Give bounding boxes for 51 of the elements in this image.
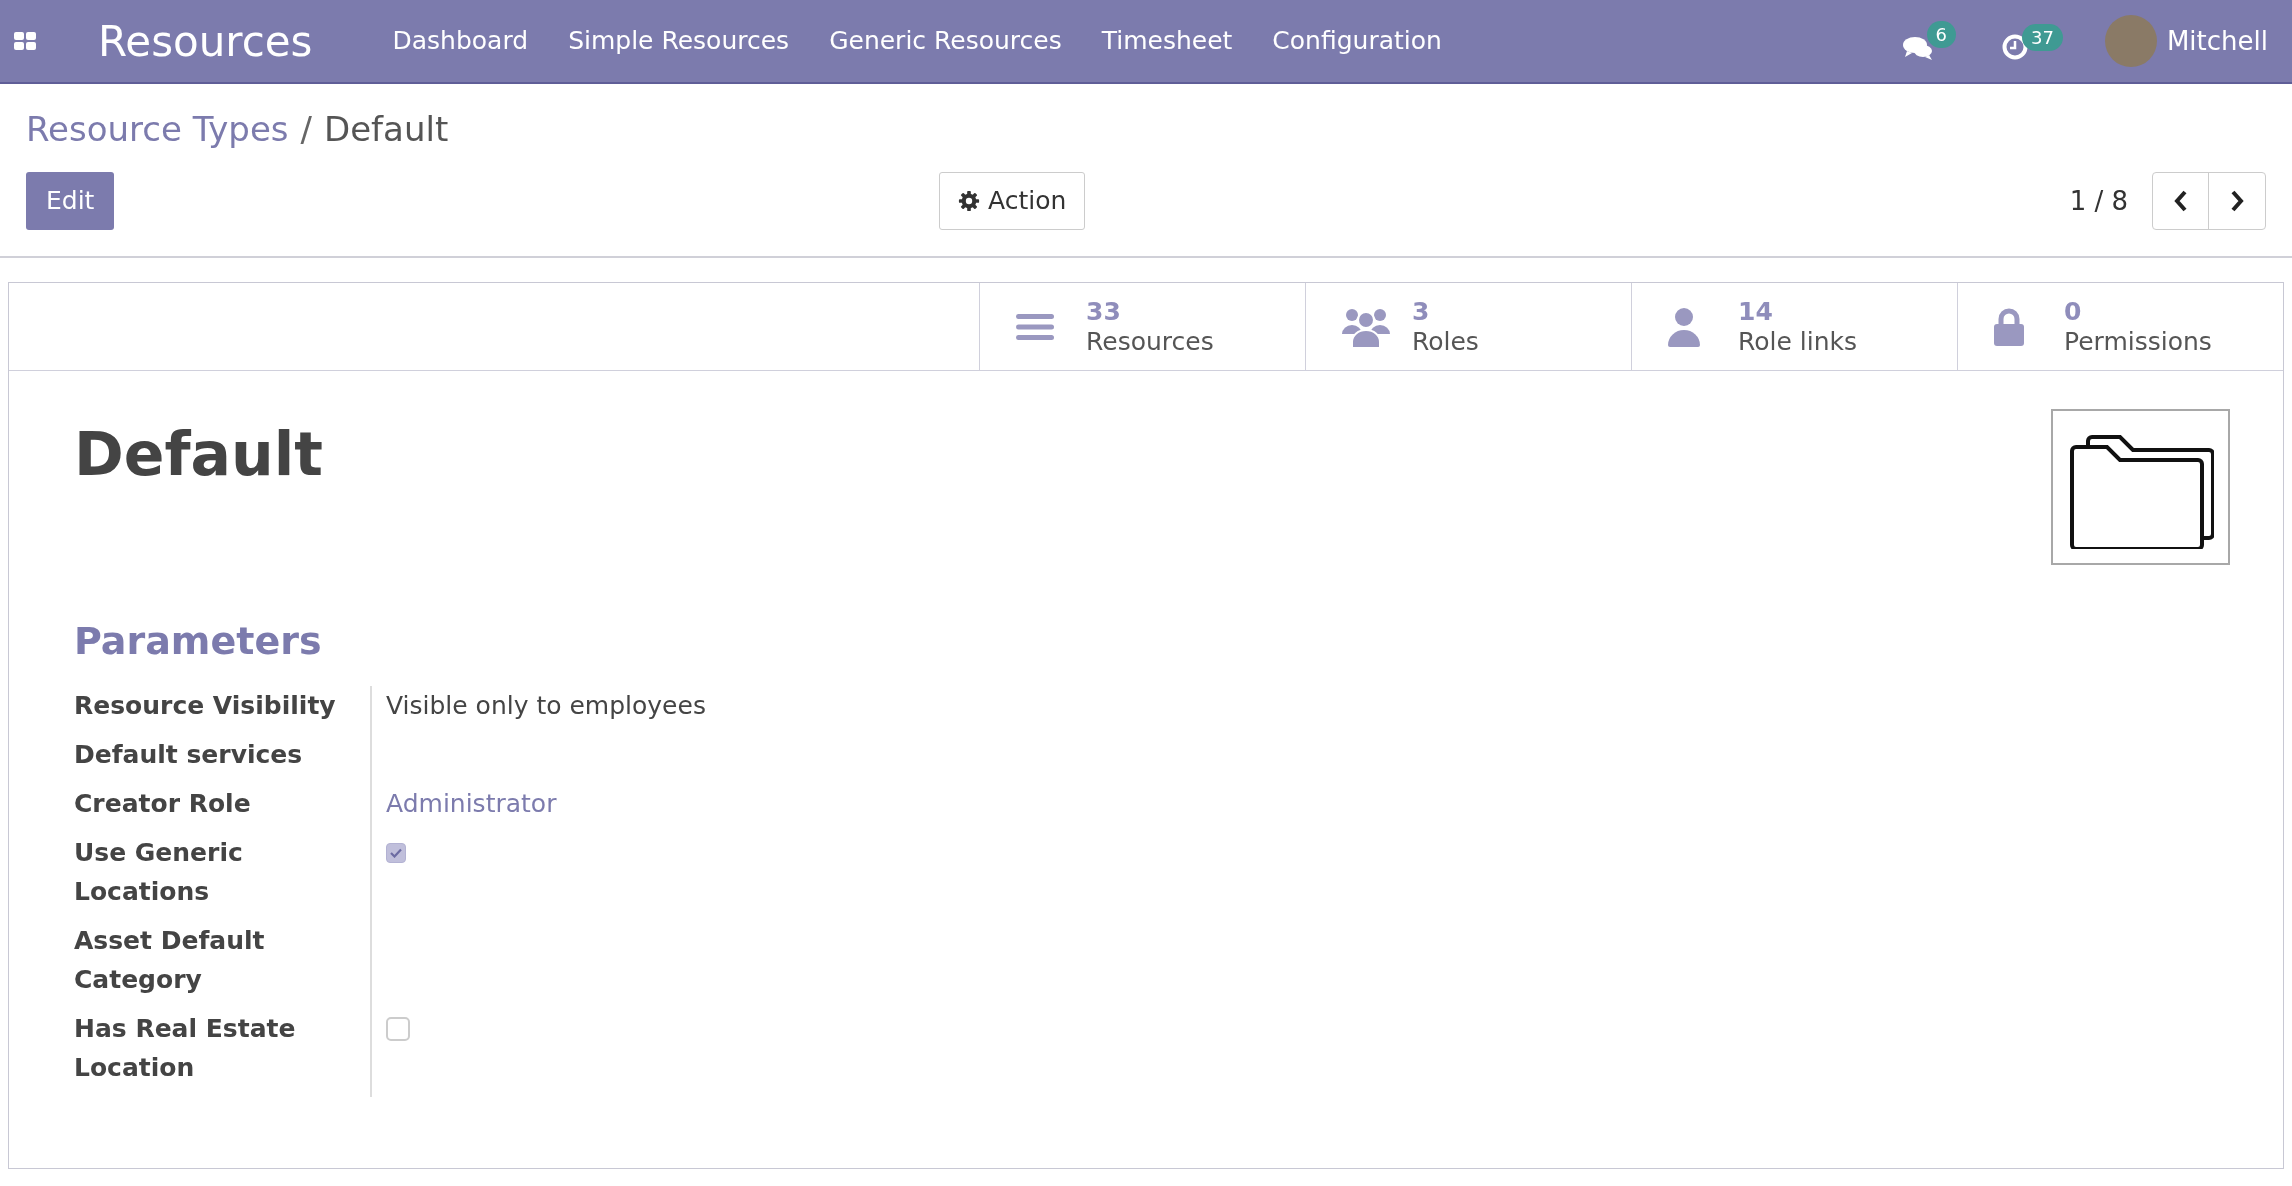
field-value: Visible only to employees (386, 691, 706, 720)
messages-button[interactable]: 6 (1902, 19, 1956, 63)
user-icon (1668, 306, 1700, 347)
menu-item[interactable]: Dashboard (392, 22, 529, 60)
field-label: Use Generic Locations (74, 837, 244, 908)
lock-icon (1994, 307, 2024, 346)
menu-item[interactable]: Configuration (1272, 22, 1442, 60)
checkbox[interactable] (386, 1017, 410, 1041)
stat-count: 14 (1738, 296, 1774, 327)
stat-button[interactable]: 14 Role links (1631, 283, 1957, 370)
breadcrumb-current: Default (324, 107, 449, 151)
app-title: Resources (98, 15, 313, 68)
count-badge: 6 (1926, 21, 1956, 48)
stat-label: Resources (1086, 326, 1214, 357)
menu-item[interactable]: Generic Resources (829, 22, 1062, 60)
section-title: Parameters (74, 618, 323, 665)
field-label: Asset Default Category (74, 925, 266, 996)
edit-button[interactable]: Edit (26, 172, 115, 230)
chat-bubbles-icon (1902, 35, 1933, 61)
action-button[interactable]: Action (939, 172, 1086, 230)
checkbox[interactable] (386, 843, 406, 863)
breadcrumb-link[interactable]: Resource Types (26, 103, 289, 155)
breadcrumb-separator: / (300, 107, 312, 151)
list-icon (1016, 311, 1054, 342)
field-label: Resource Visibility (74, 690, 337, 722)
pager-counter: 1 / 8 (2069, 184, 2128, 218)
menu-item[interactable]: Simple Resources (568, 22, 790, 60)
menu-item[interactable]: Timesheet (1101, 22, 1233, 60)
field-label: Has Real Estate Location (74, 1013, 297, 1084)
stat-count: 3 (1412, 296, 1431, 327)
stat-button[interactable]: 0 Permissions (1957, 283, 2283, 370)
field-link[interactable]: Administrator (386, 789, 557, 818)
stat-label: Role links (1738, 326, 1858, 357)
stat-button[interactable]: 3 Roles (1305, 283, 1631, 370)
chevron-left-icon (2172, 190, 2189, 212)
clock-icon (2002, 34, 2028, 60)
stat-label: Permissions (2064, 326, 2212, 357)
user-name[interactable]: Mitchell (2166, 21, 2268, 61)
field-label: Creator Role (74, 788, 252, 820)
record-title: Default (74, 418, 325, 491)
stat-count: 0 (2064, 296, 2083, 327)
checkmark-icon (390, 848, 402, 858)
apps-grid-icon[interactable] (14, 32, 36, 50)
activities-button[interactable]: 37 (2002, 20, 2063, 62)
count-badge: 37 (2022, 24, 2063, 51)
stat-count: 33 (1086, 296, 1122, 327)
stat-button[interactable]: 33 Resources (979, 283, 1305, 370)
chevron-right-icon (2229, 190, 2245, 212)
gear-icon (958, 190, 980, 212)
field-label: Default services (74, 739, 304, 771)
stat-label: Roles (1412, 326, 1479, 357)
